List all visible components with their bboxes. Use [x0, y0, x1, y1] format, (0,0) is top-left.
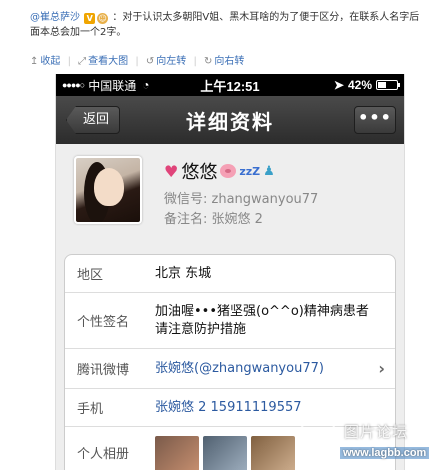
detail-value: 北京 东城	[155, 265, 212, 281]
status-time: 上午12:51	[200, 78, 260, 94]
detail-row-region: 地区 北京 东城	[65, 255, 395, 293]
more-options-button[interactable]: •••	[354, 106, 396, 134]
rotate-right-button[interactable]: ↻ 向右转	[204, 56, 244, 67]
status-bar: ●●●●○ 中国联通 ◔ 上午12:51 ➤ 42%	[56, 74, 404, 96]
wechat-id: zhangwanyou77	[211, 192, 319, 207]
detail-value: 张婉悠(@zhangwanyou77)	[155, 360, 324, 376]
rotate-left-icon: ↺	[145, 56, 155, 67]
emoji-face-icon: ☺	[97, 13, 109, 24]
detail-label: 个人相册	[77, 446, 130, 462]
heart-emoji-icon: ♥	[164, 161, 179, 181]
weibo-post-text: @崔总萨沙 V ☺ ：对于认识太多朝阳V姐、黑木耳啥的为了便于区分，在联系人名字后…	[30, 10, 425, 40]
collapse-icon: ↥	[30, 56, 39, 67]
contact-person-icon: ♟	[263, 163, 275, 179]
sleep-emoji: zzZ	[239, 164, 261, 178]
album-thumbnails	[155, 430, 295, 470]
zoom-icon: ⤢	[78, 56, 87, 67]
detail-label: 腾讯微博	[77, 363, 130, 378]
view-large-button[interactable]: ⤢ 查看大图	[78, 56, 128, 67]
album-photo[interactable]	[203, 436, 247, 470]
detail-value: 加油喔•••猪坚强(o^^o)精神病患者请注意防护措施	[155, 303, 369, 337]
detail-row-weibo[interactable]: 腾讯微博 张婉悠(@zhangwanyou77) ›	[65, 349, 395, 389]
watermark-text: 图片论坛	[344, 423, 409, 441]
phone-screenshot: ●●●●○ 中国联通 ◔ 上午12:51 ➤ 42% 返回 详细资料 ••• ♥…	[55, 74, 405, 470]
pig-emoji-icon	[220, 164, 237, 178]
wechat-id-label: 微信号:	[164, 192, 208, 207]
contact-name-row: ♥ 悠悠 zzZ ♟	[164, 158, 275, 184]
detail-label: 地区	[77, 268, 104, 283]
detail-label: 个性签名	[77, 315, 130, 330]
weibo-image-actions: ↥ 收起 | ⤢ 查看大图 | ↺ 向左转 | ↻ 向右转	[30, 56, 245, 67]
screenshot: { "weibo": { "author": "@崔总萨沙", "text": …	[0, 0, 433, 470]
detail-row-signature: 个性签名 加油喔•••猪坚强(o^^o)精神病患者请注意防护措施	[65, 293, 395, 349]
rotate-right-icon: ↻	[204, 56, 213, 67]
site-watermark: 图片论坛 www.lagbb.com	[300, 415, 430, 465]
page-title: 详细资料	[186, 109, 274, 134]
verified-v-icon: V	[84, 13, 96, 24]
battery-icon	[376, 80, 400, 90]
remark-line: 备注名: 张婉悠 2	[164, 208, 263, 227]
contact-name: 悠悠	[181, 162, 218, 183]
remark-label: 备注名:	[164, 212, 208, 227]
detail-label: 手机	[77, 402, 104, 417]
watermark-site: www.lagbb.com	[340, 447, 430, 459]
profile-header: ♥ 悠悠 zzZ ♟ 微信号: zhangwanyou77 备注名: 张婉悠 2	[56, 144, 404, 230]
wechat-id-line: 微信号: zhangwanyou77	[164, 188, 318, 207]
album-photo[interactable]	[155, 436, 199, 470]
album-photo[interactable]	[251, 436, 295, 470]
rotate-left-button[interactable]: ↺ 向左转	[146, 56, 186, 67]
chevron-right-icon: ›	[378, 358, 385, 378]
back-button[interactable]: 返回	[66, 106, 121, 134]
avatar[interactable]	[74, 156, 142, 224]
remark-name: 张婉悠 2	[211, 212, 263, 227]
nav-bar: 返回 详细资料 •••	[56, 96, 404, 144]
weibo-author-link[interactable]: @崔总萨沙	[30, 12, 80, 23]
collapse-button[interactable]: ↥ 收起	[30, 56, 60, 67]
watermark-logo-icon	[300, 415, 336, 451]
